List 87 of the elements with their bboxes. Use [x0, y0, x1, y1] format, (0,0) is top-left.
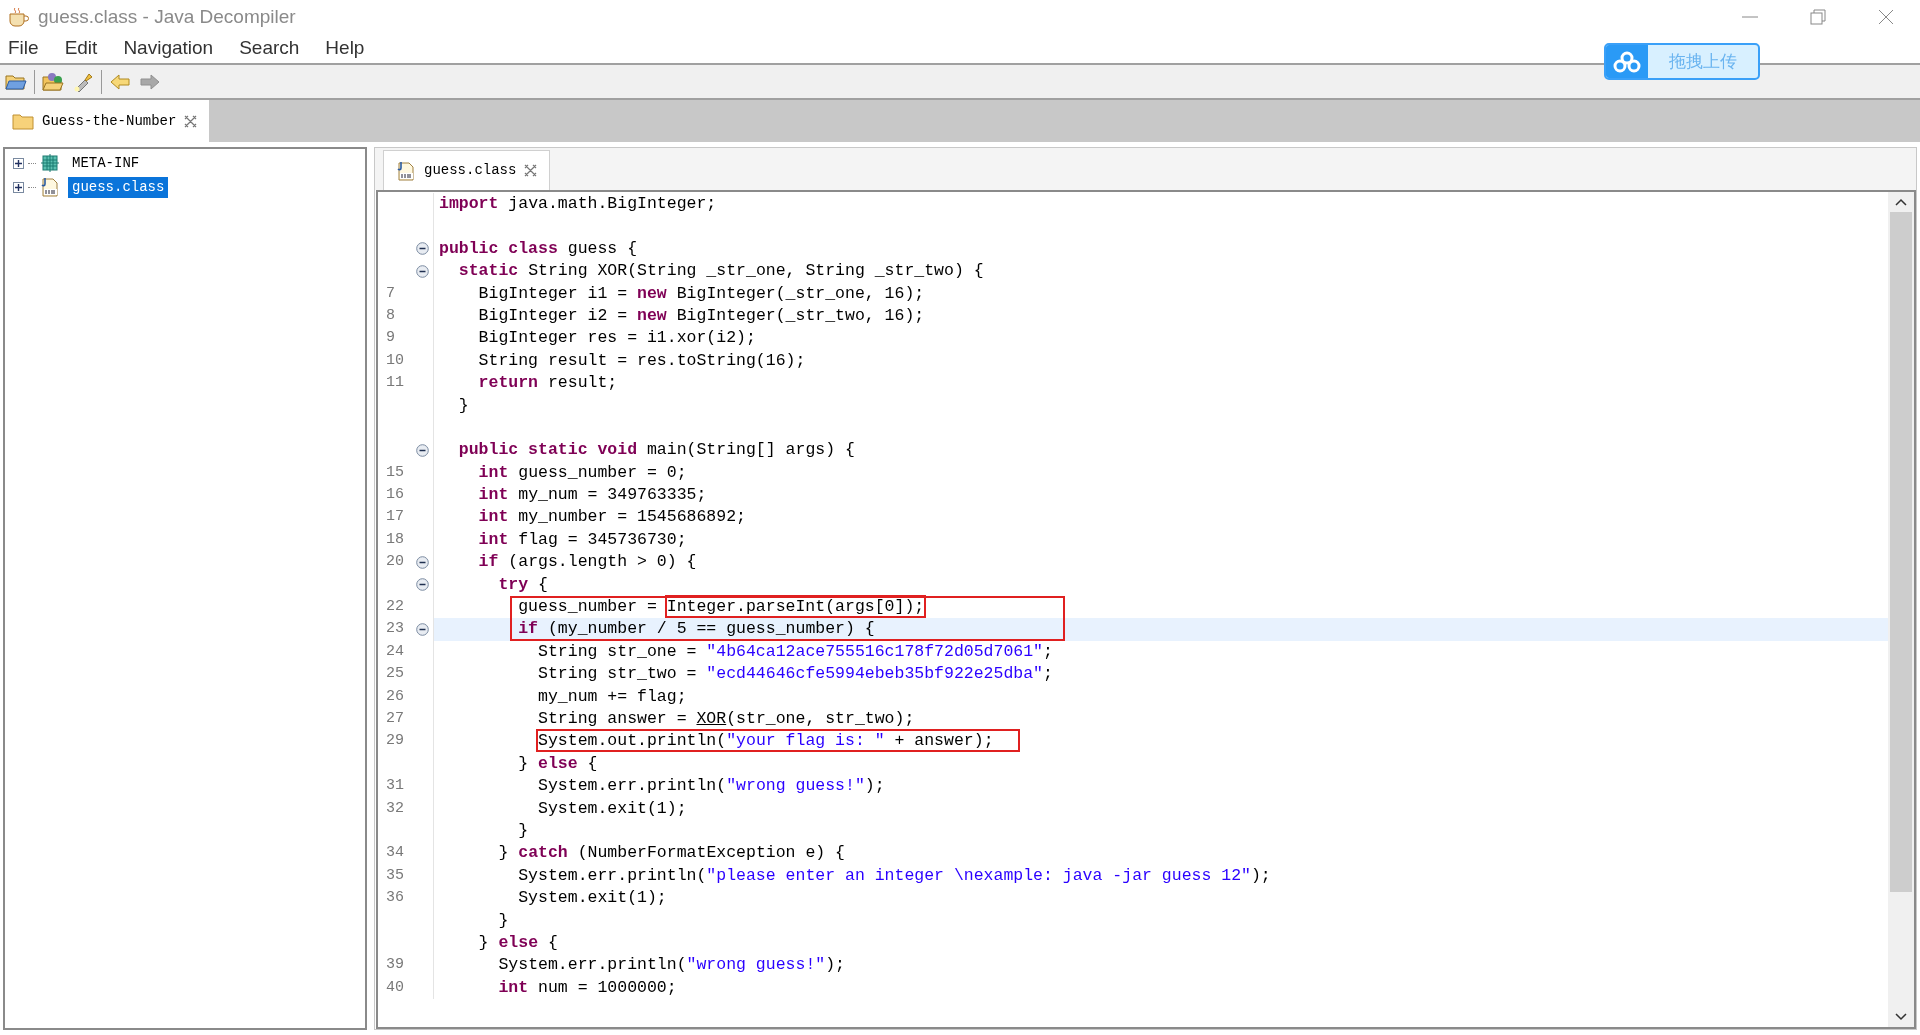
- code-line: String result = res.toString(16);: [477, 349, 806, 372]
- code-line: BigInteger i2 = new BigInteger(_str_two, 16);: [477, 304, 925, 327]
- close-icon[interactable]: [1878, 9, 1894, 25]
- line-number: 9: [386, 328, 395, 349]
- code-line: public static void main(String[] args) {: [457, 439, 855, 462]
- line-number: 31: [386, 776, 404, 797]
- code-line: } else {: [517, 752, 598, 775]
- code-line: String str_one = "4b64ca12ace755516c178f72d05d7061";: [537, 640, 1053, 663]
- menu-item[interactable]: Navigation: [123, 34, 214, 63]
- code-line: if (my_number / 5 == guess_number) {: [517, 618, 875, 641]
- window-title: guess.class - Java Decompiler: [38, 4, 296, 29]
- code-line: guess_number = Integer.parseInt(args[0]);: [517, 596, 925, 619]
- line-number: 29: [386, 731, 404, 752]
- code-line: } else {: [477, 931, 558, 954]
- close-icon[interactable]: [524, 164, 538, 177]
- code-line: public class guess {: [438, 237, 638, 260]
- code-line: int flag = 345736730;: [477, 528, 687, 551]
- line-number: 16: [386, 485, 404, 506]
- line-number: 20: [386, 552, 404, 573]
- code-line: int my_number = 1545686892;: [477, 506, 746, 529]
- line-number: 22: [386, 597, 404, 617]
- collapse-icon[interactable]: [416, 555, 429, 569]
- code-line: import java.math.BigInteger;: [438, 193, 717, 215]
- code-line: int my_num = 349763335;: [477, 484, 707, 507]
- line-number: 32: [386, 798, 404, 819]
- collapse-icon[interactable]: [416, 578, 429, 592]
- code-line: System.err.println("please enter an integer \nexample: java -jar guess 12");: [517, 864, 1271, 887]
- project-tab[interactable]: Guess-the-Number: [0, 100, 210, 142]
- code-line: String str_two = "ecd44646cfe5994ebeb35bf922e25dba";: [537, 663, 1053, 686]
- line-number: 8: [386, 305, 395, 326]
- menu-item[interactable]: Help: [325, 34, 365, 63]
- line-number: 36: [386, 888, 404, 909]
- cloud-icon: [1613, 50, 1641, 73]
- tree-item[interactable]: guess.class: [68, 176, 169, 198]
- close-icon[interactable]: [184, 114, 198, 128]
- code-line: BigInteger i1 = new BigInteger(_str_one, 16);: [477, 282, 925, 305]
- restore-icon[interactable]: [1810, 9, 1826, 25]
- code-line: BigInteger res = i1.xor(i2);: [477, 327, 756, 350]
- line-number: 24: [386, 641, 404, 662]
- folder-icon: [12, 112, 34, 130]
- line-number: 10: [386, 350, 404, 371]
- editor-tab[interactable]: guess.class: [383, 150, 551, 190]
- code-line: return result;: [477, 372, 618, 395]
- menu-item[interactable]: File: [8, 34, 39, 63]
- package-grid-icon: [40, 153, 60, 173]
- collapse-icon[interactable]: [416, 444, 429, 457]
- line-number: 26: [386, 686, 404, 707]
- line-number: 11: [386, 373, 404, 394]
- line-number: 40: [386, 977, 404, 998]
- line-number: 27: [386, 708, 404, 729]
- menu-item[interactable]: Search: [239, 34, 300, 63]
- line-number: 39: [386, 955, 404, 976]
- code-line: System.err.println("wrong guess!");: [537, 775, 885, 798]
- code-line: }: [457, 394, 469, 417]
- vertical-scrollbar[interactable]: [1888, 192, 1914, 1027]
- code-line: String answer = XOR(str_one, str_two);: [537, 708, 915, 730]
- class-file-icon: [40, 177, 60, 197]
- code-line: int num = 1000000;: [497, 976, 677, 999]
- line-number: 35: [386, 865, 404, 886]
- code-line: }: [517, 819, 529, 842]
- collapse-icon[interactable]: [416, 242, 429, 256]
- menu-item[interactable]: Edit: [64, 34, 98, 63]
- class-file-icon: [396, 160, 416, 181]
- expand-toggle[interactable]: [13, 181, 24, 193]
- code-line: System.out.println("your flag is: " + answer);: [434, 730, 1018, 753]
- code-line: System.err.println("wrong guess!");: [497, 954, 845, 977]
- code-line: System.exit(1);: [517, 887, 667, 910]
- line-number: 17: [386, 507, 404, 528]
- line-number: 34: [386, 843, 404, 864]
- code-line: static String XOR(String _str_one, String _str_two) {: [457, 260, 984, 283]
- code-line: } catch (NumberFormatException e) {: [497, 842, 845, 865]
- code-line: my_num += flag;: [537, 685, 687, 708]
- line-number: 23: [386, 619, 404, 640]
- collapse-icon[interactable]: [416, 264, 429, 278]
- code-line: System.exit(1);: [537, 797, 687, 820]
- coffee-cup-icon: [8, 7, 30, 27]
- line-number: 7: [386, 283, 395, 304]
- code-line: }: [497, 909, 509, 932]
- code-line: if (args.length > 0) {: [477, 551, 697, 574]
- line-number: 18: [386, 529, 404, 550]
- code-line: int guess_number = 0;: [477, 461, 687, 484]
- collapse-icon[interactable]: [416, 623, 429, 637]
- expand-toggle[interactable]: [13, 157, 24, 169]
- line-number: 15: [386, 462, 404, 483]
- code-line: try {: [497, 573, 548, 596]
- tree-item[interactable]: META-INF: [68, 152, 144, 174]
- line-number: 25: [386, 664, 404, 685]
